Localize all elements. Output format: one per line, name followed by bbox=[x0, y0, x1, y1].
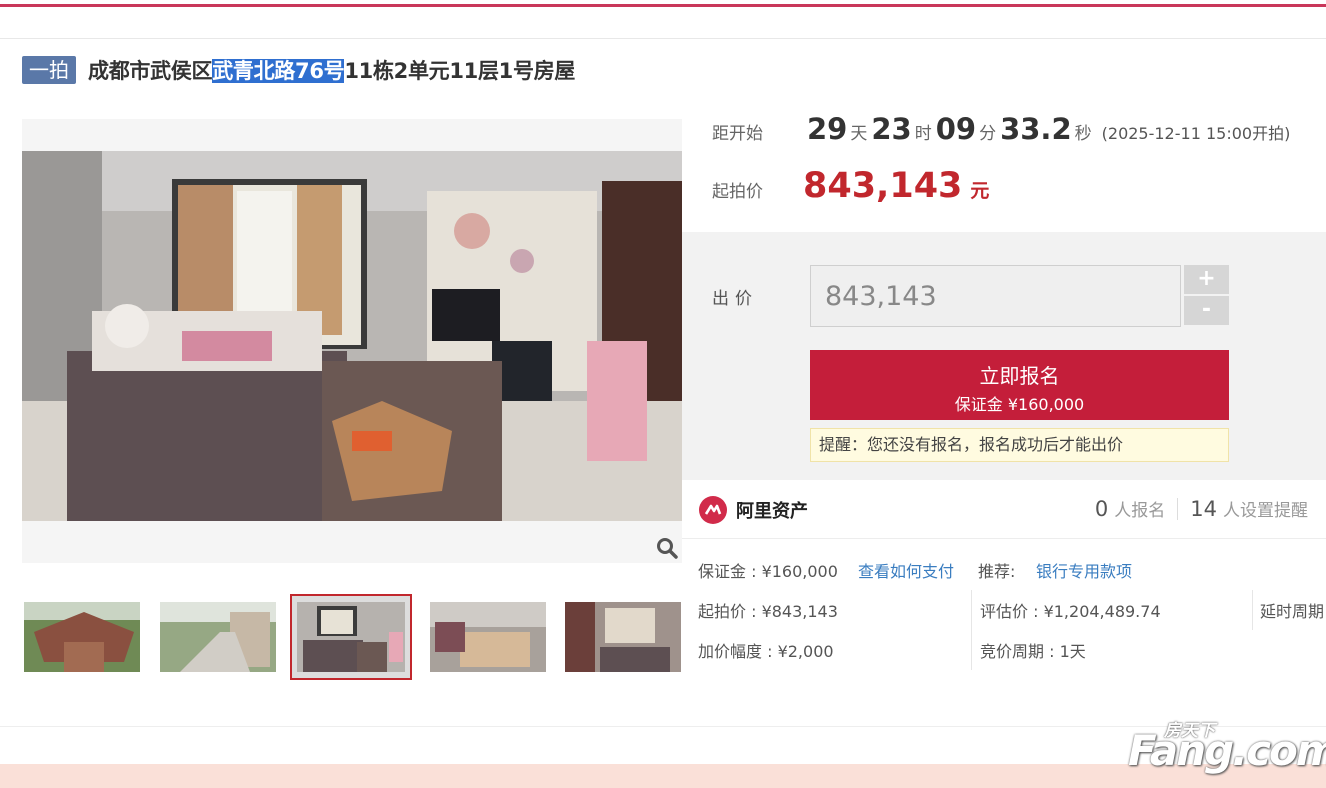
thumbnail-strip bbox=[22, 594, 682, 680]
magnifier-icon bbox=[657, 538, 678, 559]
bid-panel: 出价 + - 立即报名 保证金 ¥160,000 提醒：您还没有报名，报名成功后… bbox=[682, 232, 1326, 480]
start-price-info: 起拍价 : ¥843,143 bbox=[698, 602, 838, 621]
countdown-label: 距开始 bbox=[712, 124, 763, 144]
signups-label: 人报名 bbox=[1114, 501, 1166, 521]
title-street-highlight: 武青北路76号 bbox=[212, 59, 345, 83]
details-divider-2 bbox=[1252, 590, 1253, 630]
register-now-button[interactable]: 立即报名 保证金 ¥160,000 bbox=[810, 350, 1229, 420]
deposit-info: 保证金 : ¥160,000 bbox=[698, 562, 838, 581]
countdown-minutes: 09 bbox=[935, 112, 977, 146]
countdown-hours: 23 bbox=[871, 112, 912, 146]
countdown-seconds: 33.2 bbox=[1000, 112, 1072, 146]
platform-name: 阿里资产 bbox=[736, 501, 808, 522]
main-photo-viewer[interactable] bbox=[22, 119, 682, 563]
thumbnail-2[interactable] bbox=[160, 602, 276, 672]
title-district: 成都市武侯区 bbox=[88, 59, 213, 83]
fang-watermark: 房天下 Fang.com bbox=[1128, 712, 1326, 782]
title-row: 一拍 成都市武侯区武青北路76号11栋2单元11层1号房屋 bbox=[22, 55, 575, 85]
thumbnail-4[interactable] bbox=[430, 602, 546, 672]
countdown-days: 29 bbox=[807, 112, 848, 146]
property-title: 成都市武侯区武青北路76号11栋2单元11层1号房屋 bbox=[88, 55, 575, 85]
register-button-label: 立即报名 bbox=[979, 364, 1060, 388]
thumbnail-1[interactable] bbox=[24, 602, 140, 672]
start-price-value: 843,143 bbox=[803, 166, 963, 206]
title-unit: 11栋2单元11层1号房屋 bbox=[344, 59, 576, 83]
days-unit: 天 bbox=[850, 124, 868, 144]
details-divider-1 bbox=[971, 590, 972, 670]
bidding-cycle-info: 竞价周期 : 1天 bbox=[980, 642, 1086, 661]
how-to-pay-link[interactable]: 查看如何支付 bbox=[858, 558, 954, 582]
countdown-row: 距开始 29 天 23 时 09 分 33.2 秒 (2025-12-11 15… bbox=[712, 112, 1290, 148]
stats-divider bbox=[1177, 497, 1179, 520]
platform-separator bbox=[682, 538, 1326, 539]
decrease-bid-button[interactable]: - bbox=[1184, 296, 1229, 325]
appraisal-info: 评估价 : ¥1,204,489.74 bbox=[980, 602, 1161, 621]
zoom-button[interactable] bbox=[652, 533, 682, 563]
delay-cycle-info: 延时周期 bbox=[1260, 602, 1325, 621]
living-room-photo bbox=[22, 151, 682, 521]
watermark-en: Fang.com bbox=[1128, 726, 1326, 775]
bank-account-link[interactable]: 银行专用款项 bbox=[1036, 558, 1132, 582]
platform-row: 阿里资产 0 人报名 14 人设置提醒 bbox=[698, 492, 1326, 528]
start-time-note: (2025-12-11 15:00开拍) bbox=[1101, 124, 1291, 143]
recommend-label: 推荐: bbox=[978, 562, 1016, 581]
register-button-deposit: 保证金 ¥160,000 bbox=[954, 395, 1085, 414]
seconds-unit: 秒 bbox=[1074, 124, 1092, 144]
reminders-count: 14 bbox=[1190, 497, 1217, 521]
increment-info: 加价幅度 : ¥2,000 bbox=[698, 642, 834, 661]
increase-bid-button[interactable]: + bbox=[1184, 265, 1229, 294]
ali-asset-logo-icon bbox=[699, 496, 727, 524]
auction-stats: 0 人报名 14 人设置提醒 bbox=[1095, 496, 1308, 521]
thumbnail-3-active[interactable] bbox=[290, 594, 412, 680]
start-price-label: 起拍价 bbox=[712, 182, 763, 202]
hours-unit: 时 bbox=[914, 124, 932, 144]
registration-reminder: 提醒：您还没有报名，报名成功后才能出价 bbox=[810, 428, 1229, 462]
top-accent-rule bbox=[0, 4, 1326, 7]
reminders-label: 人设置提醒 bbox=[1223, 501, 1308, 521]
bid-amount-input[interactable] bbox=[810, 265, 1181, 327]
header-separator bbox=[0, 38, 1326, 39]
start-price-unit: 元 bbox=[970, 180, 990, 202]
auction-round-badge: 一拍 bbox=[22, 56, 76, 84]
bid-label: 出价 bbox=[712, 289, 758, 309]
minutes-unit: 分 bbox=[979, 124, 997, 144]
signups-count: 0 bbox=[1094, 497, 1109, 521]
thumbnail-5[interactable] bbox=[565, 602, 681, 672]
start-price-row: 起拍价 843,143 元 bbox=[712, 166, 989, 210]
